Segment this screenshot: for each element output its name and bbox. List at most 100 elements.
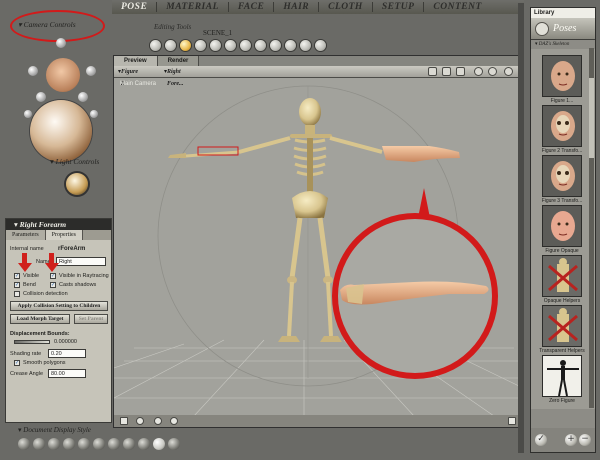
tab-render[interactable]: Render (157, 56, 200, 66)
lit-wireframe-style-icon[interactable] (78, 438, 90, 450)
document-display-style-label[interactable]: ▾ Document Display Style (18, 426, 91, 434)
ground-toggle-icon[interactable] (170, 417, 178, 425)
tab-hair[interactable]: HAIR (274, 0, 318, 14)
grouping-icon[interactable] (270, 40, 281, 51)
library-item[interactable]: Opaque Helpers (535, 255, 589, 305)
remove-from-library-icon[interactable]: − (579, 434, 591, 446)
light-indicator-icon[interactable] (136, 417, 144, 425)
properties-panel: ▾ Right Forearm Parameters Properties In… (5, 218, 112, 423)
add-to-library-icon[interactable]: + (565, 434, 577, 446)
camera-icon[interactable] (456, 67, 465, 76)
camera-hand-right-icon[interactable] (78, 92, 88, 102)
document-window-icon[interactable] (120, 417, 128, 425)
part-menu[interactable]: ▾ Right Fore... (164, 66, 184, 87)
tab-pose[interactable]: POSE (112, 0, 156, 14)
camera-zoom-icon[interactable] (90, 110, 98, 118)
lighting-icon[interactable] (442, 67, 451, 76)
taper-icon[interactable] (225, 40, 236, 51)
cartoon-style-icon[interactable] (123, 438, 135, 450)
camera-hand-left-icon[interactable] (36, 92, 46, 102)
morph-brush-icon[interactable] (300, 40, 311, 51)
library-scrollbar[interactable] (589, 48, 594, 408)
library-item-caption: Transparent Helpers (539, 348, 585, 354)
twist-icon[interactable] (165, 40, 176, 51)
tab-properties[interactable]: Properties (45, 230, 83, 240)
camera-controls-label[interactable]: ▾ Camera Controls (18, 20, 76, 29)
tab-cloth[interactable]: CLOTH (319, 0, 372, 14)
color-icon[interactable] (255, 40, 266, 51)
camera-left-icon[interactable] (28, 66, 38, 76)
rotate-icon[interactable] (150, 40, 161, 51)
cartoon-lined-style-icon[interactable] (138, 438, 150, 450)
apply-icon[interactable]: ✓ (535, 434, 547, 446)
view-menu-icon[interactable] (504, 67, 513, 76)
smooth-shaded-style-icon[interactable] (153, 438, 165, 450)
name-field[interactable]: Right (56, 257, 106, 266)
target-icon[interactable] (474, 67, 483, 76)
annotation-callout (332, 188, 498, 379)
hidden-line-style-icon[interactable] (63, 438, 75, 450)
library-item[interactable]: Figure 3 Transfo... (535, 155, 589, 205)
tab-material[interactable]: MATERIAL (157, 0, 228, 14)
outline-style-icon[interactable] (33, 438, 45, 450)
scale-icon[interactable] (210, 40, 221, 51)
shading-rate-field[interactable]: 0.20 (48, 349, 86, 358)
view-magnifier-icon[interactable] (285, 40, 296, 51)
camera-right-icon[interactable] (86, 66, 96, 76)
crease-angle-field[interactable]: 80.00 (48, 369, 86, 378)
tab-content[interactable]: CONTENT (424, 0, 490, 14)
library-thumbnail (542, 105, 582, 147)
resize-handle-icon[interactable] (508, 417, 516, 425)
bend-checkbox[interactable]: ✓ (14, 282, 20, 288)
library-item[interactable]: Zero Figure (535, 355, 589, 405)
tab-parameters[interactable]: Parameters (6, 230, 46, 240)
collision-checkbox[interactable] (14, 291, 20, 297)
flat-lined-style-icon[interactable] (108, 438, 120, 450)
viewport-toolbar: ▾ Figure 2 ▾ Right Fore... (114, 66, 523, 87)
tab-preview[interactable]: Preview (114, 56, 158, 66)
scene-label: SCENE_1 (203, 29, 233, 37)
tab-setup[interactable]: SETUP (373, 0, 424, 14)
camera-face-icon[interactable] (46, 58, 80, 92)
light-trackball[interactable] (66, 173, 88, 195)
load-morph-button[interactable]: Load Morph Target (10, 314, 70, 324)
camera-trackball[interactable] (30, 100, 92, 162)
library-subcategory[interactable]: ▾ DAZ's Skeleton (531, 40, 595, 49)
visible-label: Visible (23, 273, 40, 279)
shadow-toggle-icon[interactable] (154, 417, 162, 425)
visible-checkbox[interactable]: ✓ (14, 273, 20, 279)
flat-shaded-style-icon[interactable] (93, 438, 105, 450)
camera-move-icon[interactable] (24, 110, 32, 118)
tab-face[interactable]: FACE (229, 0, 273, 14)
library-item[interactable]: Figure 1... (535, 55, 589, 105)
texture-shaded-style-icon[interactable] (168, 438, 180, 450)
translate-in-out-icon[interactable] (195, 40, 206, 51)
display-style-buttons (18, 438, 180, 450)
displacement-slider[interactable] (14, 340, 50, 344)
figure-menu[interactable]: ▾ Figure 2 (118, 66, 138, 87)
silhouette-style-icon[interactable] (18, 438, 30, 450)
viewport-bottom-bar (114, 415, 523, 427)
render-settings-icon[interactable] (428, 67, 437, 76)
direct-manipulation-icon[interactable] (315, 40, 326, 51)
viewport-tabs: Preview Render (114, 56, 523, 66)
apply-collision-button[interactable]: Apply Collision Setting to Children (10, 301, 108, 311)
scene-canvas[interactable] (114, 78, 523, 416)
camera-plane-icon[interactable] (56, 38, 66, 48)
library-item[interactable]: Transparent Helpers (535, 305, 589, 355)
wireframe-style-icon[interactable] (48, 438, 60, 450)
camera-controls (22, 38, 102, 168)
visible-in-raytracing-checkbox[interactable]: ✓ (50, 273, 56, 279)
light-controls-label[interactable]: ▾ Light Controls (50, 157, 99, 166)
library-item[interactable]: Figure 2 Transfo... (535, 105, 589, 155)
casts-shadows-checkbox[interactable]: ✓ (50, 282, 56, 288)
translate-icon[interactable] (180, 40, 191, 51)
library-category[interactable]: Poses (531, 18, 595, 40)
library-item-caption: Figure 2 Transfo... (541, 148, 583, 154)
smooth-polygons-checkbox[interactable]: ✓ (14, 360, 20, 366)
library-scroll-thumb[interactable] (589, 78, 594, 158)
library-item[interactable]: Figure Opaque (535, 205, 589, 255)
chain-break-icon[interactable] (240, 40, 251, 51)
camera-swap-icon[interactable] (488, 67, 497, 76)
editing-tools (150, 40, 326, 51)
